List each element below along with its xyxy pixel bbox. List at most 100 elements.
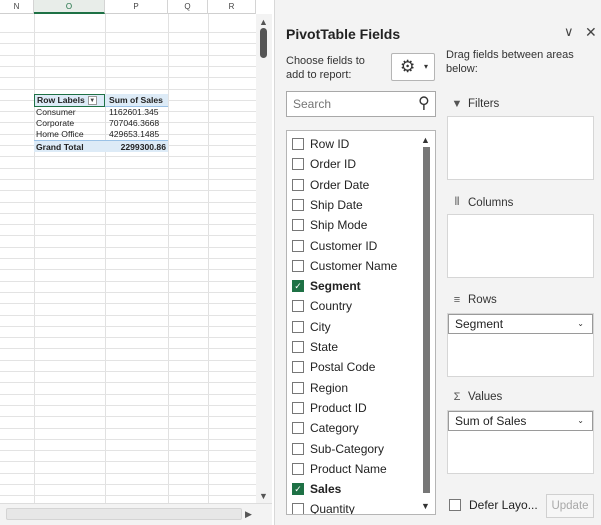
field-checkbox[interactable] [292, 462, 304, 475]
filters-drop-zone[interactable] [447, 116, 594, 180]
field-item[interactable]: City [292, 318, 331, 336]
pivot-table[interactable]: Row Labels ▼ Sum of Sales Consumer 116260… [34, 94, 168, 152]
rows-drop-zone[interactable]: Segment ⌄ [447, 313, 594, 377]
field-checkbox[interactable] [292, 138, 304, 150]
field-checkbox[interactable] [292, 320, 304, 333]
search-field[interactable]: ⚲ [286, 91, 436, 117]
field-item[interactable]: Product Name [292, 460, 387, 478]
defer-layout-checkbox[interactable] [449, 499, 461, 511]
grid-row-line [0, 428, 256, 429]
column-header-o[interactable]: O [34, 0, 105, 14]
field-checkbox[interactable] [292, 239, 304, 252]
field-checkbox[interactable] [292, 198, 304, 211]
chevron-down-icon: ▾ [424, 62, 429, 71]
field-checkbox[interactable] [292, 178, 304, 191]
field-item[interactable]: Sub-Category [292, 440, 384, 458]
field-item[interactable]: Postal Code [292, 358, 375, 376]
field-label: Customer ID [310, 238, 378, 253]
field-item[interactable]: Quantity [292, 500, 355, 514]
field-item[interactable]: State [292, 338, 338, 356]
column-header-q[interactable]: Q [168, 0, 208, 14]
pane-title: PivotTable Fields [286, 26, 401, 42]
grand-total-value: 2299300.86 [120, 142, 166, 152]
column-header-r[interactable]: R [208, 0, 256, 14]
field-settings-button[interactable]: ⚙ ▾ [391, 53, 435, 81]
field-checkbox[interactable] [292, 442, 304, 455]
column-header-n[interactable]: N [0, 0, 34, 14]
search-input[interactable] [293, 96, 413, 112]
chevron-down-icon[interactable]: ∨ [564, 24, 574, 40]
sheet-vertical-scrollbar[interactable]: ▲ ▼ [256, 14, 272, 503]
field-item[interactable]: Ship Mode [292, 216, 367, 234]
scroll-up-icon[interactable]: ▲ [259, 17, 268, 27]
field-checkbox[interactable] [292, 158, 304, 171]
field-item[interactable]: ✓ Sales [292, 480, 341, 498]
field-label: Sub-Category [310, 441, 385, 456]
field-item[interactable]: Row ID [292, 135, 349, 153]
grid-row-line [0, 235, 256, 236]
grid-row-line [0, 303, 256, 304]
grid-row-line [0, 360, 256, 361]
pivot-row-value: 707046.3668 [109, 118, 160, 128]
field-checkbox[interactable] [292, 219, 304, 232]
column-header-p[interactable]: P [105, 0, 168, 14]
spreadsheet-area[interactable]: N O P Q R Row Labels ▼ Sum of Sales Consu… [0, 0, 256, 525]
field-item[interactable]: Product ID [292, 399, 367, 417]
row-labels-filter-button[interactable]: ▼ [87, 96, 97, 106]
scroll-up-icon[interactable]: ▲ [421, 135, 430, 145]
pivot-row-value: 1162601.345 [109, 107, 159, 117]
grid-row-line [0, 43, 256, 44]
field-item[interactable]: Category [292, 419, 359, 437]
scroll-right-icon[interactable]: ▶ [245, 509, 252, 520]
field-checkbox[interactable]: ✓ [292, 280, 304, 293]
columns-area-header: ⦀ Columns [450, 196, 514, 209]
scroll-thumb[interactable] [260, 28, 267, 58]
sum-of-sales-header[interactable]: Sum of Sales [107, 94, 168, 107]
horizontal-scroll-track[interactable] [6, 508, 242, 520]
filter-icon: ▼ [451, 98, 463, 110]
field-item[interactable]: Region [292, 379, 348, 397]
rows-field-segment[interactable]: Segment ⌄ [448, 314, 593, 334]
field-checkbox[interactable] [292, 503, 304, 514]
pivot-row[interactable]: Consumer 1162601.345 [34, 107, 168, 118]
grid-row-line [0, 450, 256, 451]
columns-drop-zone[interactable] [447, 214, 594, 278]
field-checkbox[interactable] [292, 381, 304, 394]
field-checkbox[interactable]: ✓ [292, 483, 304, 496]
grid-row-line [0, 202, 256, 203]
field-item[interactable]: Order Date [292, 176, 369, 194]
values-field-sum-of-sales[interactable]: Sum of Sales ⌄ [448, 411, 593, 431]
scroll-down-icon[interactable]: ▼ [259, 491, 268, 501]
field-checkbox[interactable] [292, 361, 304, 374]
rows-label: Rows [468, 294, 497, 306]
sheet-horizontal-scrollbar[interactable]: ▶ [0, 503, 272, 525]
field-checkbox[interactable] [292, 401, 304, 414]
field-checkbox[interactable] [292, 341, 304, 353]
field-item[interactable]: ✓ Segment [292, 277, 361, 295]
row-labels-cell[interactable]: Row Labels ▼ [34, 94, 105, 107]
values-drop-zone[interactable]: Sum of Sales ⌄ [447, 410, 594, 474]
field-checkbox[interactable] [292, 259, 304, 272]
defer-layout-update[interactable]: Defer Layo... [449, 498, 538, 512]
grid-row-line [0, 224, 256, 225]
field-checkbox[interactable] [292, 422, 304, 435]
field-item[interactable]: Order ID [292, 155, 356, 173]
values-area-header: Σ Values [450, 391, 503, 403]
cell-grid[interactable] [0, 14, 256, 503]
field-item[interactable]: Ship Date [292, 196, 363, 214]
field-list-scrollbar[interactable]: ▲ ▼ [419, 131, 435, 514]
chevron-down-icon[interactable]: ⌄ [577, 412, 584, 430]
field-list[interactable]: Row ID Order ID Order Date Ship Date Ship Mo… [286, 130, 436, 515]
update-button[interactable]: Update [546, 494, 594, 518]
chevron-down-icon[interactable]: ⌄ [577, 315, 584, 333]
close-icon[interactable]: ✕ [585, 24, 597, 41]
scroll-thumb[interactable] [423, 147, 430, 493]
field-checkbox[interactable] [292, 300, 304, 313]
field-item[interactable]: Customer ID [292, 237, 377, 255]
field-item[interactable]: Country [292, 297, 352, 315]
scroll-down-icon[interactable]: ▼ [421, 501, 430, 511]
field-item[interactable]: Customer Name [292, 257, 397, 275]
pivot-row[interactable]: Corporate 707046.3668 [34, 118, 168, 129]
pivot-grand-total-row[interactable]: Grand Total 2299300.86 [34, 140, 168, 152]
pivot-row[interactable]: Home Office 429653.1485 [34, 129, 168, 140]
